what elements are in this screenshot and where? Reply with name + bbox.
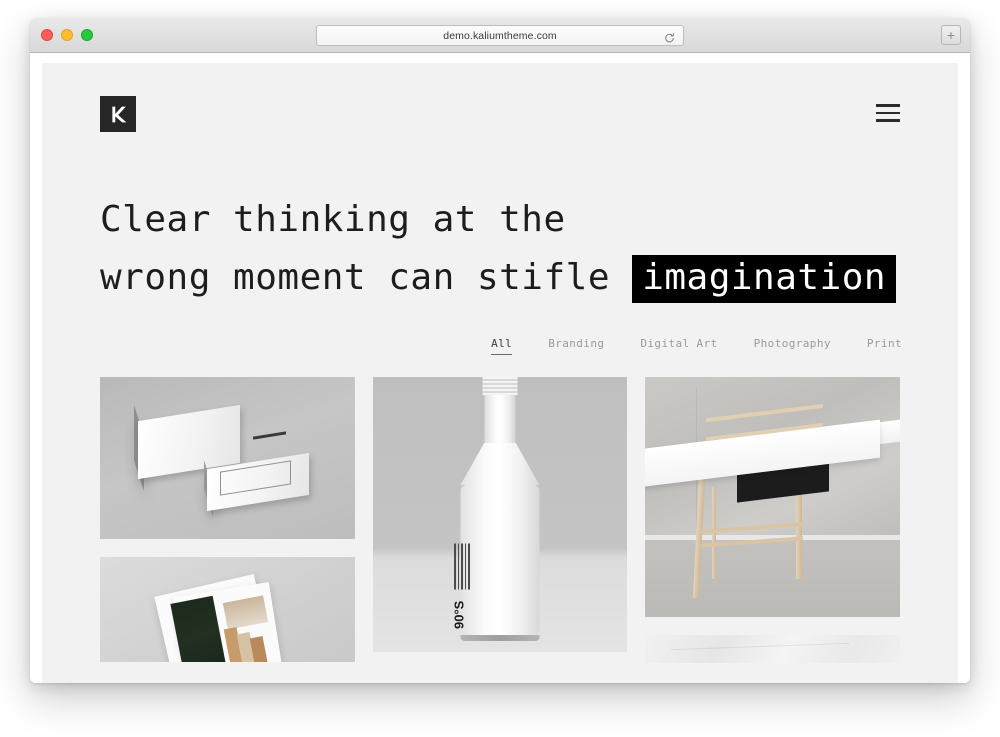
menu-bar-1 — [876, 104, 900, 107]
url-text: demo.kaliumtheme.com — [443, 29, 557, 42]
portfolio-column-1 — [100, 377, 355, 662]
hero-line-1: Clear thinking at the — [100, 199, 566, 240]
window-controls — [41, 29, 93, 41]
filter-digital-art[interactable]: Digital Art — [640, 337, 717, 355]
business-cards-artwork — [100, 377, 355, 539]
card-logo-mark — [252, 431, 286, 440]
portfolio-item-magazine[interactable] — [100, 557, 355, 662]
portfolio-item-business-cards[interactable] — [100, 377, 355, 539]
bottle-neck — [484, 395, 516, 443]
site-logo[interactable] — [100, 96, 136, 132]
close-window-button[interactable] — [41, 29, 53, 41]
website-page: Clear thinking at the wrong moment can s… — [42, 63, 958, 683]
hero-section: Clear thinking at the wrong moment can s… — [42, 155, 958, 307]
bottle-artwork: 90°S — [372, 377, 628, 652]
browser-window: demo.kaliumtheme.com + Clear thinking at… — [30, 18, 970, 683]
site-header — [42, 63, 958, 155]
portfolio-filter-nav: All Branding Digital Art Photography Pri… — [42, 307, 958, 355]
new-tab-button[interactable]: + — [941, 25, 961, 45]
address-bar[interactable]: demo.kaliumtheme.com — [316, 25, 684, 46]
desk-artwork — [645, 377, 900, 617]
filter-photography[interactable]: Photography — [754, 337, 831, 355]
portfolio-item-desk[interactable] — [645, 377, 900, 617]
portfolio-column-2: 90°S — [372, 377, 628, 652]
marble-artwork — [645, 635, 900, 663]
bottle-label-text: 90°S — [451, 600, 467, 629]
desk-leg-mid — [711, 487, 717, 579]
bottle-fineprint — [454, 543, 470, 589]
bottle-body: 90°S — [452, 485, 540, 635]
portfolio-column-3 — [645, 377, 900, 663]
browser-viewport: Clear thinking at the wrong moment can s… — [30, 53, 970, 683]
portfolio-grid: 90°S — [42, 377, 958, 663]
hero-highlight-word: imagination — [632, 255, 897, 303]
new-tab-label: + — [946, 27, 956, 43]
hamburger-menu-button[interactable] — [876, 104, 900, 122]
minimize-window-button[interactable] — [61, 29, 73, 41]
menu-bar-3 — [876, 119, 900, 122]
concrete-floor — [645, 540, 900, 617]
bottle-base — [460, 635, 540, 641]
maximize-window-button[interactable] — [81, 29, 93, 41]
reload-icon[interactable] — [664, 30, 675, 42]
hero-line-2: wrong moment can stifle imagination — [100, 249, 900, 307]
magazine-artwork — [100, 557, 355, 662]
bottle-label-lines — [454, 543, 486, 589]
bottle-cap — [482, 377, 518, 395]
browser-titlebar: demo.kaliumtheme.com + — [30, 18, 970, 53]
portfolio-item-marble[interactable] — [645, 635, 900, 663]
menu-bar-2 — [876, 111, 900, 115]
filter-branding[interactable]: Branding — [548, 337, 604, 355]
bottle-shape: 90°S — [452, 377, 540, 641]
hero-line-2-prefix: wrong moment can stifle — [100, 257, 610, 298]
filter-print[interactable]: Print — [867, 337, 902, 355]
bottle-shoulder — [460, 443, 540, 485]
filter-all[interactable]: All — [491, 337, 513, 355]
k-logo-icon — [111, 106, 126, 122]
portfolio-item-bottle[interactable]: 90°S — [372, 377, 628, 652]
